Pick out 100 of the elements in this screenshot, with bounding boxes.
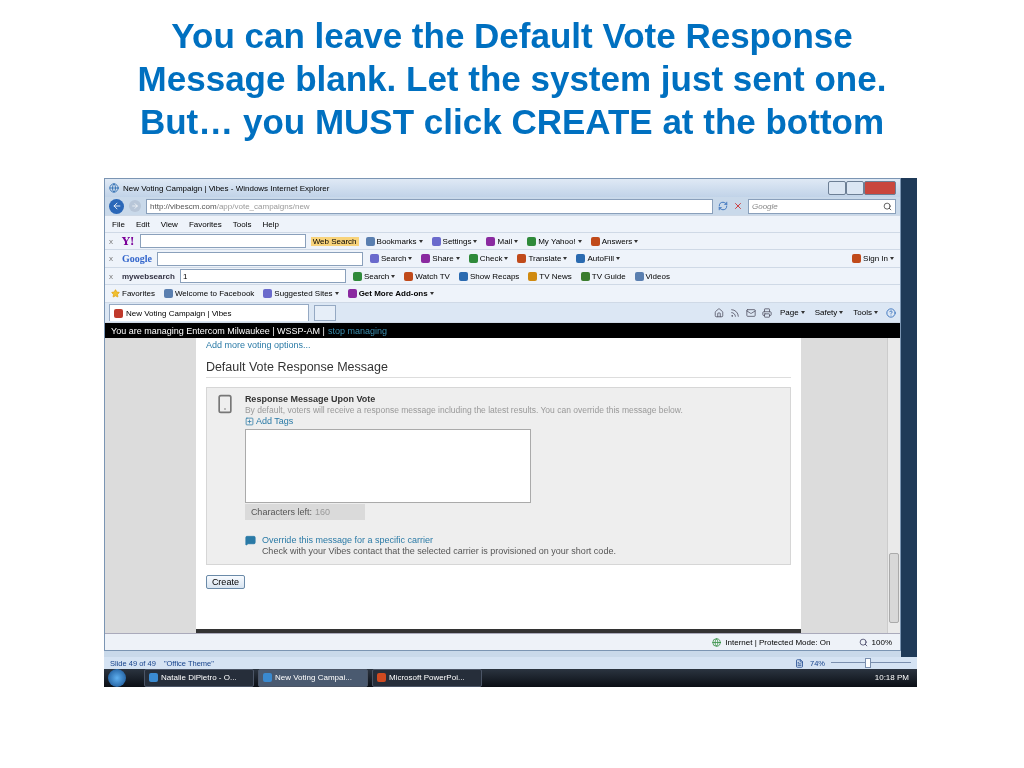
caret-icon [473,239,478,243]
command-button[interactable]: Page [777,308,807,317]
toolbar-button[interactable]: Sign In [850,254,896,263]
menu-item[interactable]: Help [259,219,282,229]
globe-icon [712,637,722,647]
toolbar-close-button[interactable]: x [109,254,117,263]
toolbar-close-button[interactable]: x [109,271,117,281]
toolbar-button[interactable]: AutoFill [574,254,623,263]
favorites-item[interactable]: Suggested Sites [261,289,341,298]
refresh-icon[interactable] [718,201,728,211]
zoom-level[interactable]: 100% [871,637,892,647]
toolbar-logo: Y! [122,234,135,248]
maximize-button[interactable] [846,181,864,195]
toolbar-button[interactable]: Check [466,254,511,263]
caret-icon [514,239,519,243]
message-field[interactable] [244,429,531,503]
toolbar-search-field[interactable] [139,234,306,248]
menu-item[interactable]: Tools [229,219,255,229]
toolbar-button[interactable]: Answers [588,236,641,246]
caret-icon [408,257,413,260]
menu-item[interactable]: Favorites [185,219,225,229]
address-field[interactable]: http://vibescm.com/app/vote_campaigns/new [146,198,713,214]
scrollbar[interactable] [887,338,900,633]
add-options-link[interactable]: Add more voting options... [205,340,792,350]
arrow-left-icon [111,201,122,211]
toolbar-button[interactable]: Settings [429,236,480,246]
browser-icon [109,183,119,193]
command-button[interactable]: Safety [812,308,846,317]
toolbar-button[interactable]: TV News [526,271,574,281]
slide-title: You can leave the Default Vote Response Message blank. Let the system just sent one. But… you MUST click CREATE at the bottom [137,15,887,143]
app-icon [149,673,158,683]
menu-item[interactable]: Edit [132,219,153,229]
browser-tab[interactable]: New Voting Campaign | Vibes [109,304,309,321]
plus-icon [244,416,254,426]
favorites-icon [263,289,273,298]
app-icon [263,673,272,683]
card-description: By default, voters will receive a response message including the latest results. You can override this message below. [244,405,683,415]
caret-icon [616,257,621,260]
search-icon[interactable] [883,201,892,211]
feed-icon[interactable] [729,307,740,318]
favorites-icon [163,289,173,298]
print-icon[interactable] [761,307,772,318]
menu-item[interactable]: View [157,219,181,229]
caret-icon [334,292,339,295]
toolbar-button[interactable]: Search [368,254,415,263]
toolbar-button[interactable]: My Yahoo! [525,236,584,246]
caret-icon [890,257,894,260]
caret-icon [504,257,509,260]
caret-icon [800,311,805,314]
toolbar-button[interactable]: Mail [484,236,521,246]
caret-icon [577,239,582,243]
caret-icon [429,292,434,295]
toolbar-button[interactable]: Search [350,271,398,281]
view-icon[interactable] [795,658,804,668]
security-status: Internet | Protected Mode: On [725,637,831,647]
caret-icon [418,239,423,243]
stop-icon[interactable] [733,201,743,211]
favorites-item[interactable]: Welcome to Facebook [161,289,257,298]
override-link[interactable]: Override this message for a specific carrier [261,535,616,545]
favorites-item[interactable]: Favorites [109,289,157,298]
add-tags-link[interactable]: Add Tags [244,416,683,426]
toolbar-search-field[interactable] [157,251,363,266]
caret-icon [563,257,568,260]
back-button[interactable] [109,198,124,214]
web-search-button[interactable]: Web Search [310,236,359,246]
toolbar-search-field[interactable]: 1 [179,269,346,283]
clock: 10:18 PM [874,673,910,683]
command-button[interactable]: Tools [851,308,880,317]
toolbar-button[interactable]: Videos [632,271,672,281]
caret-icon [391,274,396,278]
menu-item[interactable]: File [109,219,128,229]
mail-icon[interactable] [745,307,756,318]
toolbar-icon [852,254,862,263]
toolbar-button[interactable]: TV Guide [578,271,628,281]
create-button[interactable]: Create [205,575,245,589]
site-icon [114,308,123,318]
help-icon[interactable] [886,307,896,318]
caret-icon [634,239,639,243]
zoom-icon[interactable] [858,637,868,647]
minimize-button[interactable] [828,181,846,195]
toolbar-logo: mywebsearch [122,271,175,281]
new-tab-button[interactable] [314,304,336,321]
section-heading: Default Vote Response Message [205,360,792,378]
toolbar-close-button[interactable]: x [109,236,117,246]
arrow-right-icon [131,202,139,210]
caret-icon [874,311,878,314]
window-title: New Voting Campaign | Vibes - Windows Internet Explorer [123,183,330,193]
toolbar-button[interactable]: Translate [515,254,570,263]
favorites-item[interactable]: Get More Add-ons [345,289,436,298]
toolbar-button[interactable]: Show Recaps [456,271,522,281]
slider-thumb[interactable] [865,658,871,668]
banner-text: You are managing Entercom Milwaukee | WSSP-AM | [111,325,325,336]
search-field[interactable]: Google [748,198,896,214]
home-icon[interactable] [713,307,724,318]
stop-managing-link[interactable]: stop managing [327,325,387,336]
toolbar-icon [634,271,644,281]
favorites-icon [347,289,357,298]
toolbar-button[interactable]: Watch TV [402,271,452,281]
toolbar-button[interactable]: Bookmarks [363,236,425,246]
toolbar-button[interactable]: Share [419,254,462,263]
